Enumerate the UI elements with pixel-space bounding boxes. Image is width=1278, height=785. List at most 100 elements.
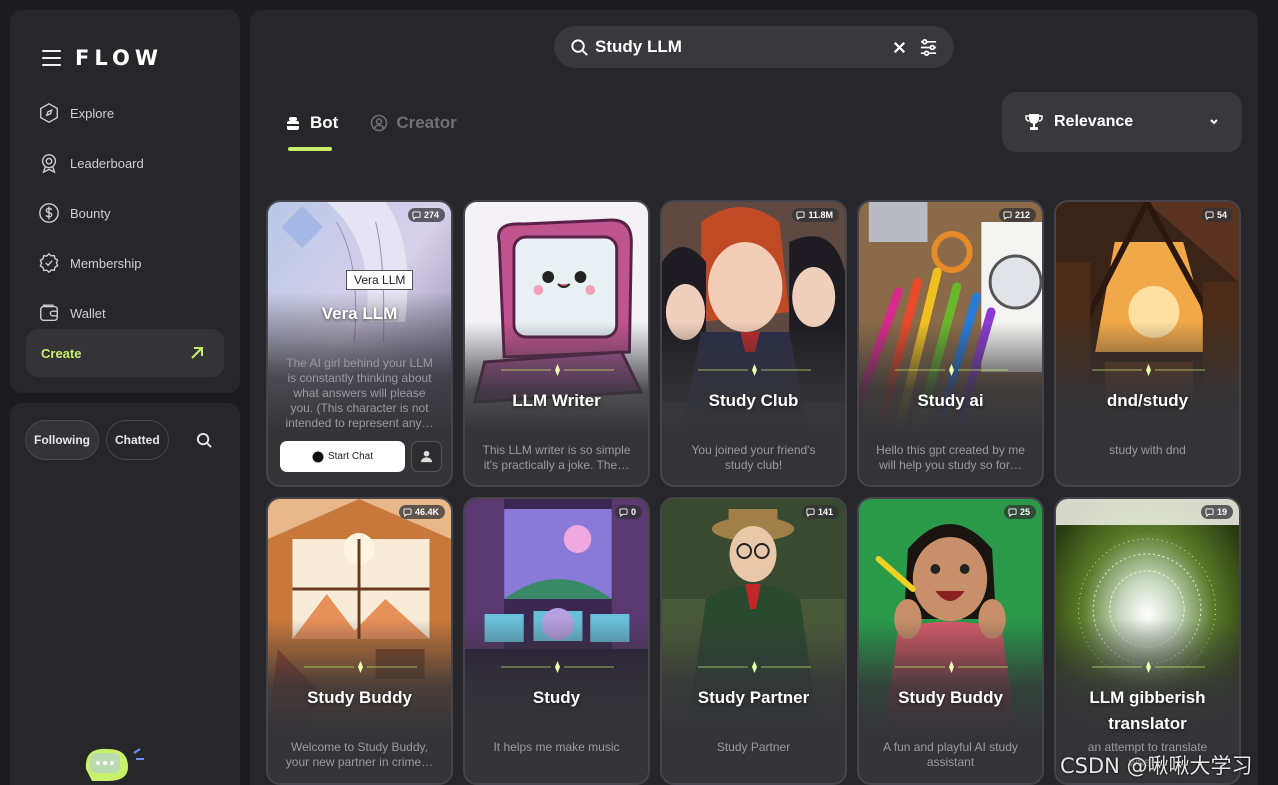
nav-item-label: Membership: [70, 255, 142, 271]
chat-count: 212: [998, 208, 1036, 222]
start-chat-label: Start Chat: [327, 451, 374, 462]
chat-count: 141: [801, 505, 839, 519]
search-bar[interactable]: Study LLM: [554, 26, 954, 68]
filter-sliders-icon[interactable]: [919, 38, 938, 57]
search-input[interactable]: Study LLM: [595, 37, 890, 57]
nav-item-label: Leaderboard: [70, 155, 144, 171]
bot-card-study-ai[interactable]: 212 Study ai Hello this gpt created by m…: [857, 200, 1044, 487]
filter-following[interactable]: Following: [25, 420, 99, 460]
card-shade: [662, 322, 845, 434]
hamburger-menu-icon[interactable]: [42, 50, 61, 66]
bot-icon: [285, 117, 301, 130]
chat-bubble-icon: [403, 507, 412, 517]
card-description: study with dnd: [1109, 443, 1186, 457]
card-title: Study Buddy: [898, 688, 1003, 707]
watermark: CSDN @啾啾大学习: [1060, 754, 1253, 778]
divider-sparkle: [1092, 364, 1205, 376]
bot-card-dnd-study[interactable]: 54 dnd/study study with dnd: [1054, 200, 1241, 487]
card-title: LLM Writer: [512, 391, 601, 410]
bot-card-study-partner[interactable]: 141 Study Partner Study Partner: [660, 497, 847, 785]
card-title: dnd/study: [1106, 391, 1189, 410]
card-shade: [465, 322, 648, 434]
chat-count-value: 25: [1019, 507, 1030, 517]
card-title: Vera LLM: [321, 304, 398, 323]
filter-chatted[interactable]: Chatted: [106, 420, 169, 460]
nav-item-label: Explore: [70, 105, 115, 121]
bot-card-study-buddy[interactable]: 46.4K Study Buddy Welcome to Study Buddy…: [266, 497, 453, 785]
divider-sparkle: [501, 661, 614, 673]
sidebar-nav-panel: FLOW Explore Leaderboard Bounty Membersh…: [10, 10, 240, 393]
create-button[interactable]: Create: [26, 329, 224, 377]
chat-bubble-icon: [1008, 507, 1017, 517]
chat-count: 11.8M: [792, 208, 839, 222]
arrow-up-right-icon: [191, 347, 203, 359]
chat-bubble-icon: [806, 507, 815, 517]
tab-label: Bot: [310, 113, 339, 132]
divider-sparkle: [698, 364, 811, 376]
chat-count: 54: [1200, 208, 1233, 222]
sort-dropdown[interactable]: Relevance: [1002, 92, 1242, 152]
bot-card-llm-writer[interactable]: LLM Writer This LLM writer is so simple …: [463, 200, 650, 487]
card-shade: [268, 619, 451, 731]
start-chat-button[interactable]: Start Chat: [280, 441, 405, 472]
chevron-down-icon: [1210, 119, 1218, 125]
sidebar-nav: Explore Leaderboard Bounty Membership Wa…: [38, 88, 144, 338]
nav-item-bounty[interactable]: Bounty: [38, 188, 144, 238]
chat-bubble-icon: [412, 210, 421, 220]
result-tabs: Bot Creator: [284, 113, 457, 151]
chat-count-value: 19: [1216, 507, 1227, 517]
card-shade: [1056, 322, 1239, 434]
card-description: Welcome to Study Buddy, your new partner…: [285, 740, 434, 769]
chat-bubble-icon: [796, 210, 806, 220]
chat-count-value: 0: [630, 507, 636, 517]
chat-count: 274: [407, 208, 445, 222]
divider-sparkle: [501, 364, 614, 376]
brand-logo[interactable]: FLOW: [75, 46, 163, 70]
search-icon[interactable]: [196, 432, 213, 449]
card-shade: [859, 322, 1042, 434]
bot-card-study[interactable]: 0 Study It helps me make music: [463, 497, 650, 785]
divider-sparkle: [895, 364, 1008, 376]
card-description: The AI girl behind your LLM is constantl…: [285, 356, 434, 430]
chat-bubble-icon: [312, 451, 324, 462]
tab-bot[interactable]: Bot: [284, 113, 339, 151]
bot-card-llm-gibberish-translator[interactable]: 19 LLM gibberish translator an attempt t…: [1054, 497, 1241, 785]
nav-item-leaderboard[interactable]: Leaderboard: [38, 138, 144, 188]
badge-check-icon: [39, 252, 59, 274]
wallet-icon: [40, 304, 58, 322]
divider-sparkle: [304, 661, 417, 673]
bot-card-study-buddy-assistant[interactable]: 25 Study Buddy A fun and playful AI stud…: [857, 497, 1044, 785]
card-title: Study Partner: [697, 688, 810, 707]
chat-count: 25: [1003, 505, 1036, 519]
bot-card-study-club[interactable]: 11.8M Study Club You joined your friend'…: [660, 200, 847, 487]
user-icon: [420, 450, 433, 463]
sort-label: Relevance: [1054, 113, 1134, 130]
card-description: You joined your friend's study club!: [691, 443, 816, 472]
chat-count: 19: [1200, 505, 1233, 519]
divider-sparkle: [1092, 661, 1205, 673]
search-icon: [571, 38, 588, 56]
nav-item-membership[interactable]: Membership: [38, 238, 144, 288]
chat-count-value: 274: [423, 210, 439, 220]
chat-count: 46.4K: [398, 505, 445, 519]
card-title: Study Club: [708, 391, 799, 410]
divider-sparkle: [895, 661, 1008, 673]
trophy-icon: [1025, 114, 1043, 130]
tab-creator[interactable]: Creator: [370, 113, 457, 133]
card-title: LLM gibberish translator: [1089, 688, 1206, 733]
main-content: Study LLM Bot Creator Relevance 274 Vera…: [250, 10, 1258, 785]
view-profile-button[interactable]: [411, 441, 442, 472]
medal-icon: [41, 154, 57, 174]
app-root: FLOW Explore Leaderboard Bounty Membersh…: [0, 0, 1278, 785]
card-title: Study: [532, 688, 581, 707]
chat-bubble-icon: [1205, 210, 1214, 220]
bot-card-vera-llm[interactable]: 274 Vera LLM Vera LLM The AI girl behind…: [266, 200, 453, 487]
chat-bubble-icon: [1205, 507, 1214, 517]
compass-icon: [40, 103, 58, 123]
brand: FLOW: [42, 46, 163, 70]
tab-label: Creator: [396, 113, 457, 132]
card-shade: [859, 619, 1042, 731]
clear-icon[interactable]: [890, 38, 909, 57]
card-title: Study ai: [917, 391, 984, 410]
nav-item-explore[interactable]: Explore: [38, 88, 144, 138]
